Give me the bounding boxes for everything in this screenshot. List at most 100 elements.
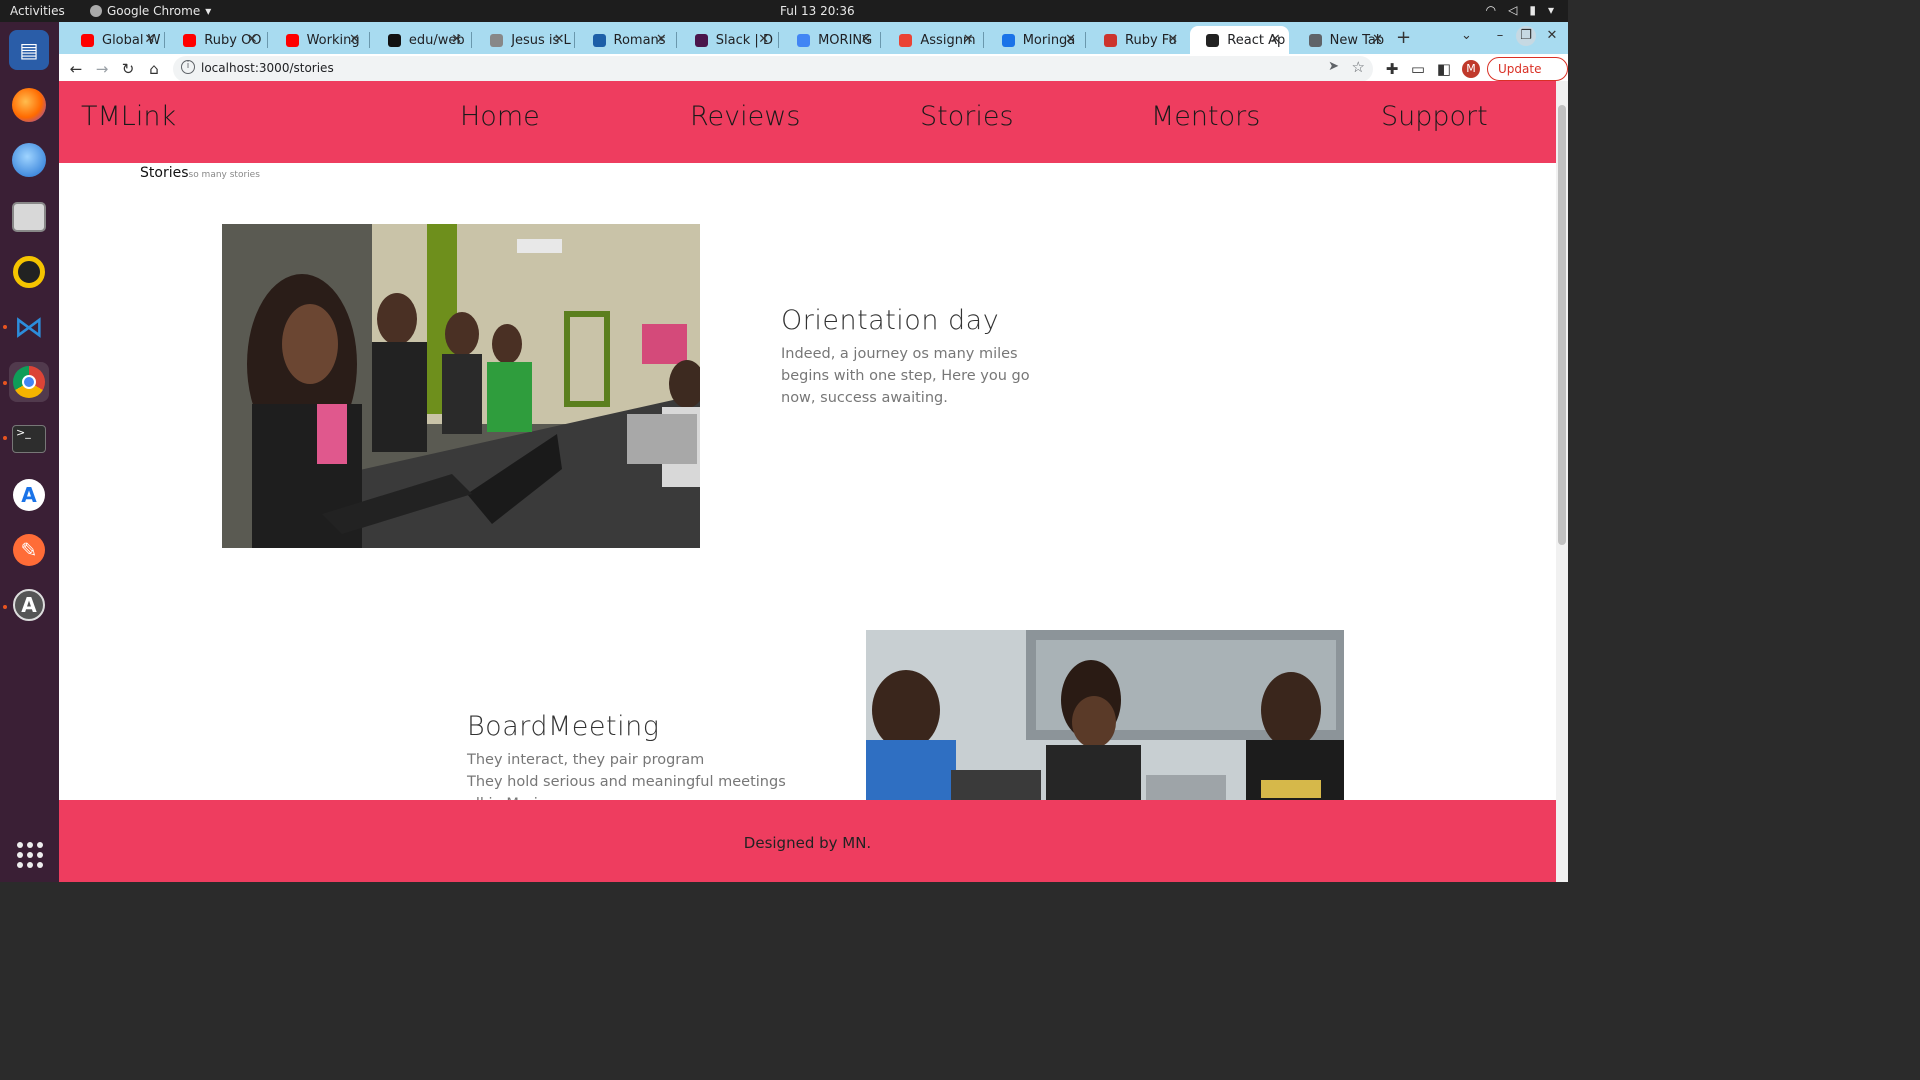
terminal-icon[interactable]: >_ bbox=[9, 419, 49, 459]
close-window-button[interactable]: ✕ bbox=[1542, 28, 1562, 43]
rhythmbox-icon[interactable] bbox=[9, 252, 49, 292]
story-text: Indeed, a journey os many miles begins w… bbox=[781, 346, 1030, 406]
close-tab-icon[interactable]: ✕ bbox=[247, 32, 258, 47]
tab-favicon-icon bbox=[797, 33, 811, 47]
postman-icon[interactable]: ✎ bbox=[9, 530, 49, 570]
new-tab-button[interactable]: + bbox=[1396, 27, 1411, 48]
tab-separator bbox=[573, 32, 575, 48]
android-studio-icon[interactable]: A bbox=[9, 475, 49, 515]
firefox-icon[interactable] bbox=[9, 85, 49, 125]
app-menu[interactable]: Google Chrome ▾ bbox=[90, 4, 211, 18]
chevron-down-icon: ▾ bbox=[205, 4, 212, 18]
cast-icon[interactable]: ▭ bbox=[1407, 58, 1429, 80]
tab-search-button[interactable]: ⌄ bbox=[1461, 28, 1472, 43]
tab-favicon-icon bbox=[592, 33, 606, 47]
clock[interactable]: Ful 13 20:36 bbox=[780, 4, 855, 18]
tab-active[interactable]: React Ap ✕ bbox=[1190, 26, 1289, 54]
browser-window: Global W ✕ Ruby OO ✕ Working ✕ edu/web ✕ Jesus i… bbox=[59, 22, 1568, 882]
bookmark-star-icon[interactable]: ☆ bbox=[1352, 58, 1365, 76]
tab-favicon-icon bbox=[1001, 33, 1015, 47]
tab-favicon-icon bbox=[694, 33, 708, 47]
app-name: Google Chrome bbox=[107, 4, 201, 18]
nav-mentors[interactable]: Mentors bbox=[1151, 101, 1260, 132]
nav-reviews[interactable]: Reviews bbox=[690, 101, 800, 132]
site-brand[interactable]: TMLink bbox=[81, 101, 176, 132]
dock: ▤ ⋈ >_ A ✎ A bbox=[0, 22, 59, 882]
browser-tab[interactable]: Assignm ✕ bbox=[883, 26, 981, 54]
close-tab-icon[interactable]: ✕ bbox=[1167, 32, 1178, 47]
site-info-icon[interactable]: i bbox=[181, 60, 195, 74]
tab-separator bbox=[982, 32, 984, 48]
activities-button[interactable]: Activities bbox=[10, 4, 65, 18]
tab-separator bbox=[471, 32, 473, 48]
chevron-down-icon: ▾ bbox=[1547, 3, 1554, 17]
page-subtitle: so many stories bbox=[188, 170, 260, 180]
page-scrollbar[interactable] bbox=[1556, 81, 1568, 882]
browser-tab[interactable]: New Tab ✕ bbox=[1293, 26, 1391, 54]
software-updater-icon[interactable]: A bbox=[9, 585, 49, 625]
forward-button[interactable]: → bbox=[91, 58, 113, 80]
running-indicator bbox=[3, 381, 7, 385]
vscode-icon[interactable]: ⋈ bbox=[9, 307, 49, 347]
close-tab-icon[interactable]: ✕ bbox=[144, 32, 155, 47]
close-tab-icon[interactable]: ✕ bbox=[963, 32, 974, 47]
close-tab-icon[interactable]: ✕ bbox=[349, 32, 360, 47]
chrome-icon[interactable] bbox=[9, 362, 49, 402]
close-tab-icon[interactable]: ✕ bbox=[758, 32, 769, 47]
side-panel-icon[interactable]: ◧ bbox=[1433, 58, 1455, 80]
minimize-button[interactable]: – bbox=[1490, 28, 1510, 43]
close-tab-icon[interactable]: ✕ bbox=[1270, 32, 1281, 47]
tab-separator bbox=[164, 32, 166, 48]
browser-tab[interactable]: Romans ✕ bbox=[577, 26, 675, 54]
page-viewport: TMLink Home Reviews Stories Mentors Supp… bbox=[59, 81, 1556, 882]
page-title: Stories bbox=[140, 165, 189, 181]
close-tab-icon[interactable]: ✕ bbox=[656, 32, 667, 47]
reload-button[interactable]: ↻ bbox=[117, 58, 139, 80]
browser-tab[interactable]: Moringa ✕ bbox=[986, 26, 1084, 54]
close-tab-icon[interactable]: ✕ bbox=[451, 32, 462, 47]
story-photo-boardmeeting bbox=[866, 630, 1344, 802]
scrollbar-thumb[interactable] bbox=[1558, 105, 1566, 545]
tab-favicon-icon bbox=[81, 33, 94, 47]
back-button[interactable]: ← bbox=[65, 58, 87, 80]
story-title: BoardMeeting bbox=[467, 711, 660, 742]
nav-stories[interactable]: Stories bbox=[920, 101, 1014, 132]
address-bar[interactable]: i localhost:3000/stories ➤ ☆ bbox=[173, 56, 1373, 82]
story-photo-orientation bbox=[222, 224, 700, 548]
close-tab-icon[interactable]: ✕ bbox=[860, 32, 871, 47]
libreoffice-writer-icon[interactable]: ▤ bbox=[9, 30, 49, 70]
browser-tab[interactable]: Ruby OO ✕ bbox=[167, 26, 265, 54]
restore-button[interactable]: ❐ bbox=[1516, 26, 1536, 46]
close-tab-icon[interactable]: ✕ bbox=[1065, 32, 1076, 47]
files-icon[interactable] bbox=[9, 197, 49, 237]
profile-avatar[interactable]: M bbox=[1462, 60, 1480, 78]
browser-tab[interactable]: Global W ✕ bbox=[65, 26, 163, 54]
nav-home[interactable]: Home bbox=[460, 101, 540, 132]
show-applications-button[interactable] bbox=[17, 842, 43, 868]
browser-tab[interactable]: edu/web ✕ bbox=[372, 26, 470, 54]
tab-separator bbox=[778, 32, 780, 48]
system-status-area[interactable]: ◠ ◁ ▮ ▾ bbox=[1486, 3, 1554, 17]
nav-support[interactable]: Support bbox=[1381, 101, 1488, 132]
extensions-icon[interactable]: ✚ bbox=[1381, 58, 1403, 80]
close-tab-icon[interactable]: ✕ bbox=[554, 32, 565, 47]
tab-favicon-icon bbox=[183, 33, 197, 47]
update-button[interactable]: Update ⋮ bbox=[1487, 57, 1568, 98]
tab-separator bbox=[880, 32, 882, 48]
story-title: Orientation day bbox=[781, 305, 1000, 336]
home-button[interactable]: ⌂ bbox=[143, 58, 165, 80]
browser-tab[interactable]: Slack | D ✕ bbox=[679, 26, 777, 54]
thunderbird-icon[interactable] bbox=[9, 140, 49, 180]
browser-tab[interactable]: MORING ✕ bbox=[781, 26, 879, 54]
send-icon[interactable]: ➤ bbox=[1328, 59, 1339, 74]
tab-favicon-icon bbox=[899, 33, 913, 47]
close-tab-icon[interactable]: ✕ bbox=[1372, 32, 1383, 47]
browser-tab[interactable]: Working ✕ bbox=[270, 26, 368, 54]
tab-separator bbox=[675, 32, 677, 48]
url-text: localhost:3000/stories bbox=[201, 61, 334, 75]
browser-tab[interactable]: Ruby Fu ✕ bbox=[1088, 26, 1186, 54]
browser-tab[interactable]: Jesus is L ✕ bbox=[474, 26, 572, 54]
tab-strip: Global W ✕ Ruby OO ✕ Working ✕ edu/web ✕ Jesus i… bbox=[59, 22, 1568, 54]
site-footer: Designed by MN. bbox=[59, 800, 1556, 882]
tab-favicon-icon bbox=[285, 33, 299, 47]
